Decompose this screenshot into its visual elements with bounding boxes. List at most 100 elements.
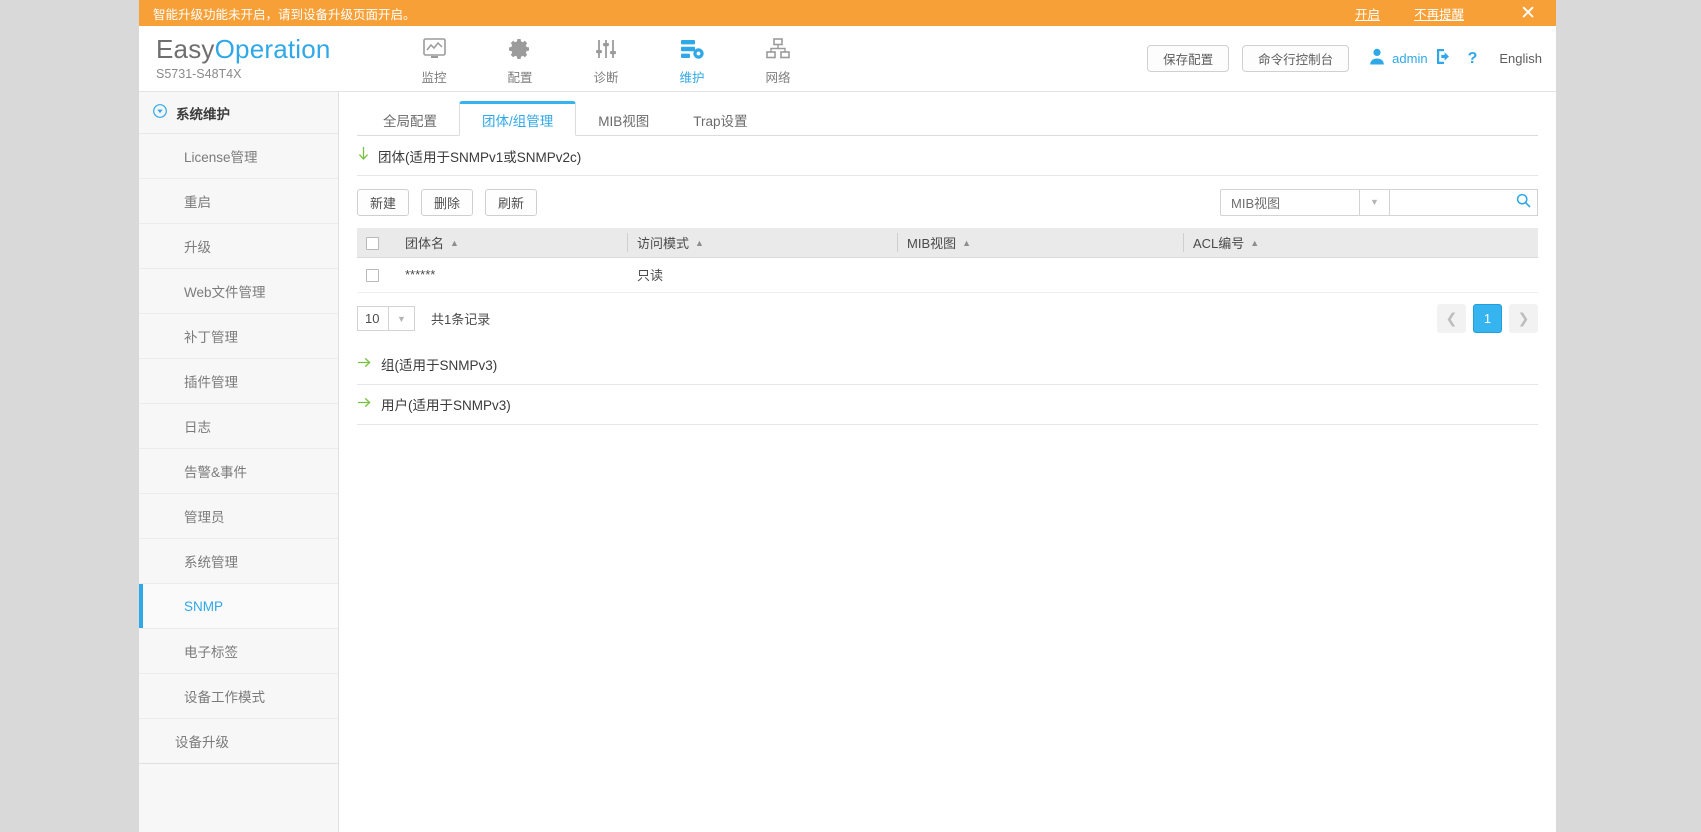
search-box[interactable] bbox=[1390, 188, 1538, 216]
chevron-left-icon[interactable]: ❮ bbox=[1437, 304, 1466, 333]
sidebar-item-device-work-mode[interactable]: 设备工作模式 bbox=[139, 674, 338, 719]
sliders-icon bbox=[594, 36, 618, 62]
monitor-icon bbox=[422, 36, 446, 62]
sidebar-item-log[interactable]: 日志 bbox=[139, 404, 338, 449]
sidebar-item-upgrade[interactable]: 升级 bbox=[139, 224, 338, 269]
sidebar-item-alarm-events[interactable]: 告警&事件 bbox=[139, 449, 338, 494]
left-gutter bbox=[0, 0, 139, 832]
page-size-select[interactable]: 10 ▼ bbox=[357, 306, 415, 331]
column-label: MIB视图 bbox=[907, 235, 957, 251]
search-input[interactable] bbox=[1398, 193, 1516, 211]
sidebar-item-system-management[interactable]: 系统管理 bbox=[139, 539, 338, 584]
sidebar-item-label: 系统管理 bbox=[184, 555, 238, 570]
save-config-button[interactable]: 保存配置 bbox=[1147, 45, 1230, 72]
alert-enable-link[interactable]: 开启 bbox=[1355, 4, 1380, 23]
table-body: ****** 只读 bbox=[357, 257, 1538, 293]
sort-asc-icon[interactable]: ▲ bbox=[962, 238, 971, 248]
tab-trap-settings[interactable]: Trap设置 bbox=[671, 103, 769, 136]
language-switch[interactable]: English bbox=[1499, 51, 1542, 66]
community-toolbar: 新建 删除 刷新 MIB视图 ▼ bbox=[357, 176, 1538, 228]
tab-community-group-management[interactable]: 团体/组管理 bbox=[459, 101, 577, 136]
sidebar-item-patch-management[interactable]: 补丁管理 bbox=[139, 314, 338, 359]
tab-global-config[interactable]: 全局配置 bbox=[361, 103, 459, 136]
sidebar-item-snmp[interactable]: SNMP bbox=[139, 584, 338, 629]
community-section-title: 团体(适用于SNMPv1或SNMPv2c) bbox=[378, 149, 582, 165]
sort-asc-icon[interactable]: ▲ bbox=[695, 238, 704, 248]
sidebar-item-electronic-label[interactable]: 电子标签 bbox=[139, 629, 338, 674]
arrow-right-icon bbox=[357, 356, 373, 372]
delete-button[interactable]: 删除 bbox=[421, 188, 474, 216]
chevron-down-icon[interactable]: ▼ bbox=[389, 306, 415, 331]
select-all-checkbox[interactable] bbox=[366, 236, 379, 250]
page-button-current[interactable]: 1 bbox=[1473, 304, 1502, 333]
cell-acl-number bbox=[1183, 257, 1538, 293]
select-all-header bbox=[357, 228, 395, 258]
user-section-header[interactable]: 用户(适用于SNMPv3) bbox=[357, 385, 1538, 425]
sidebar-item-web-file-management[interactable]: Web文件管理 bbox=[139, 269, 338, 314]
user-area[interactable]: admin bbox=[1369, 48, 1451, 70]
alert-message: 智能升级功能未开启，请到设备升级页面开启。 bbox=[153, 7, 416, 22]
group-section-header[interactable]: 组(适用于SNMPv3) bbox=[357, 345, 1538, 385]
row-checkbox[interactable] bbox=[366, 269, 379, 283]
nav-item-diagnostics[interactable]: 诊断 bbox=[563, 32, 649, 86]
sidebar-item-plugin-management[interactable]: 插件管理 bbox=[139, 359, 338, 404]
refresh-button[interactable]: 刷新 bbox=[485, 188, 538, 216]
chevron-right-icon[interactable]: ❯ bbox=[1509, 304, 1538, 333]
column-acl-number[interactable]: ACL编号 ▲ bbox=[1183, 228, 1538, 258]
page-size-value: 10 bbox=[357, 306, 389, 331]
application-window: 智能升级功能未开启，请到设备升级页面开启。 开启 不再提醒 ✕ EasyOper… bbox=[139, 0, 1556, 832]
help-icon[interactable]: ? bbox=[1468, 50, 1478, 68]
brand: EasyOperation S5731-S48T4X bbox=[139, 34, 391, 81]
column-label: 访问模式 bbox=[637, 235, 690, 251]
chevron-down-icon[interactable]: ▼ bbox=[1360, 188, 1390, 216]
community-section-header[interactable]: 团体(适用于SNMPv1或SNMPv2c) bbox=[357, 136, 1538, 176]
cell-community-name: ****** bbox=[395, 257, 627, 293]
cell-mib-view bbox=[897, 257, 1183, 293]
arrow-right-icon bbox=[357, 396, 373, 412]
device-model: S5731-S48T4X bbox=[156, 66, 242, 81]
sort-asc-icon[interactable]: ▲ bbox=[1250, 238, 1259, 248]
user-section-title: 用户(适用于SNMPv3) bbox=[381, 398, 511, 413]
sidebar-item-label: 插件管理 bbox=[184, 375, 238, 390]
sidebar-item-label: License管理 bbox=[184, 150, 258, 165]
filter-field-select[interactable]: MIB视图 bbox=[1220, 188, 1360, 216]
new-button[interactable]: 新建 bbox=[357, 188, 410, 216]
sidebar-item-label: 日志 bbox=[184, 420, 211, 435]
sidebar-item-device-upgrade[interactable]: 设备升级 bbox=[139, 719, 338, 764]
sidebar-item-license[interactable]: License管理 bbox=[139, 134, 338, 179]
alert-banner: 智能升级功能未开启，请到设备升级页面开启。 开启 不再提醒 ✕ bbox=[139, 0, 1556, 26]
nav-item-config[interactable]: 配置 bbox=[477, 32, 563, 86]
pagination-bar: 10 ▼ 共1条记录 ❮ 1 ❯ bbox=[357, 293, 1538, 345]
sidebar-item-restart[interactable]: 重启 bbox=[139, 179, 338, 224]
column-access-mode[interactable]: 访问模式 ▲ bbox=[627, 228, 897, 258]
sidebar-item-label: 管理员 bbox=[184, 510, 225, 525]
brand-easy: Easy bbox=[156, 34, 215, 65]
nav-item-network[interactable]: 网络 bbox=[735, 32, 821, 86]
nav-item-monitor[interactable]: 监控 bbox=[391, 32, 477, 86]
search-icon[interactable] bbox=[1516, 193, 1531, 212]
nav-label-monitor: 监控 bbox=[421, 70, 447, 85]
arrow-down-icon bbox=[357, 146, 370, 165]
maintenance-icon bbox=[680, 36, 705, 62]
sort-asc-icon[interactable]: ▲ bbox=[450, 238, 459, 248]
tab-mib-view[interactable]: MIB视图 bbox=[576, 103, 671, 136]
nav-item-maintenance[interactable]: 维护 bbox=[649, 32, 735, 86]
column-mib-view[interactable]: MIB视图 ▲ bbox=[897, 228, 1183, 258]
sidebar-title[interactable]: 系统维护 bbox=[139, 92, 338, 134]
sidebar-item-administrator[interactable]: 管理员 bbox=[139, 494, 338, 539]
network-icon bbox=[766, 36, 790, 62]
column-community-name[interactable]: 团体名 ▲ bbox=[395, 228, 627, 258]
close-icon[interactable]: ✕ bbox=[1520, 4, 1536, 23]
app-body: 系统维护 License管理 重启 升级 Web文件管理 补丁管理 插件管理 日… bbox=[139, 92, 1556, 832]
app-header: EasyOperation S5731-S48T4X 监控 配置 诊断 维护 网… bbox=[139, 26, 1556, 92]
sidebar-title-label: 系统维护 bbox=[176, 106, 230, 122]
group-section-title: 组(适用于SNMPv3) bbox=[381, 358, 498, 373]
right-gutter bbox=[1556, 0, 1701, 832]
logout-icon[interactable] bbox=[1435, 48, 1452, 70]
avatar bbox=[1369, 48, 1385, 70]
sidebar-item-label: SNMP bbox=[184, 598, 224, 614]
table-row[interactable]: ****** 只读 bbox=[357, 257, 1538, 293]
alert-dont-remind-link[interactable]: 不再提醒 bbox=[1414, 4, 1464, 23]
row-select-cell bbox=[357, 257, 395, 293]
cli-console-button[interactable]: 命令行控制台 bbox=[1242, 45, 1350, 72]
